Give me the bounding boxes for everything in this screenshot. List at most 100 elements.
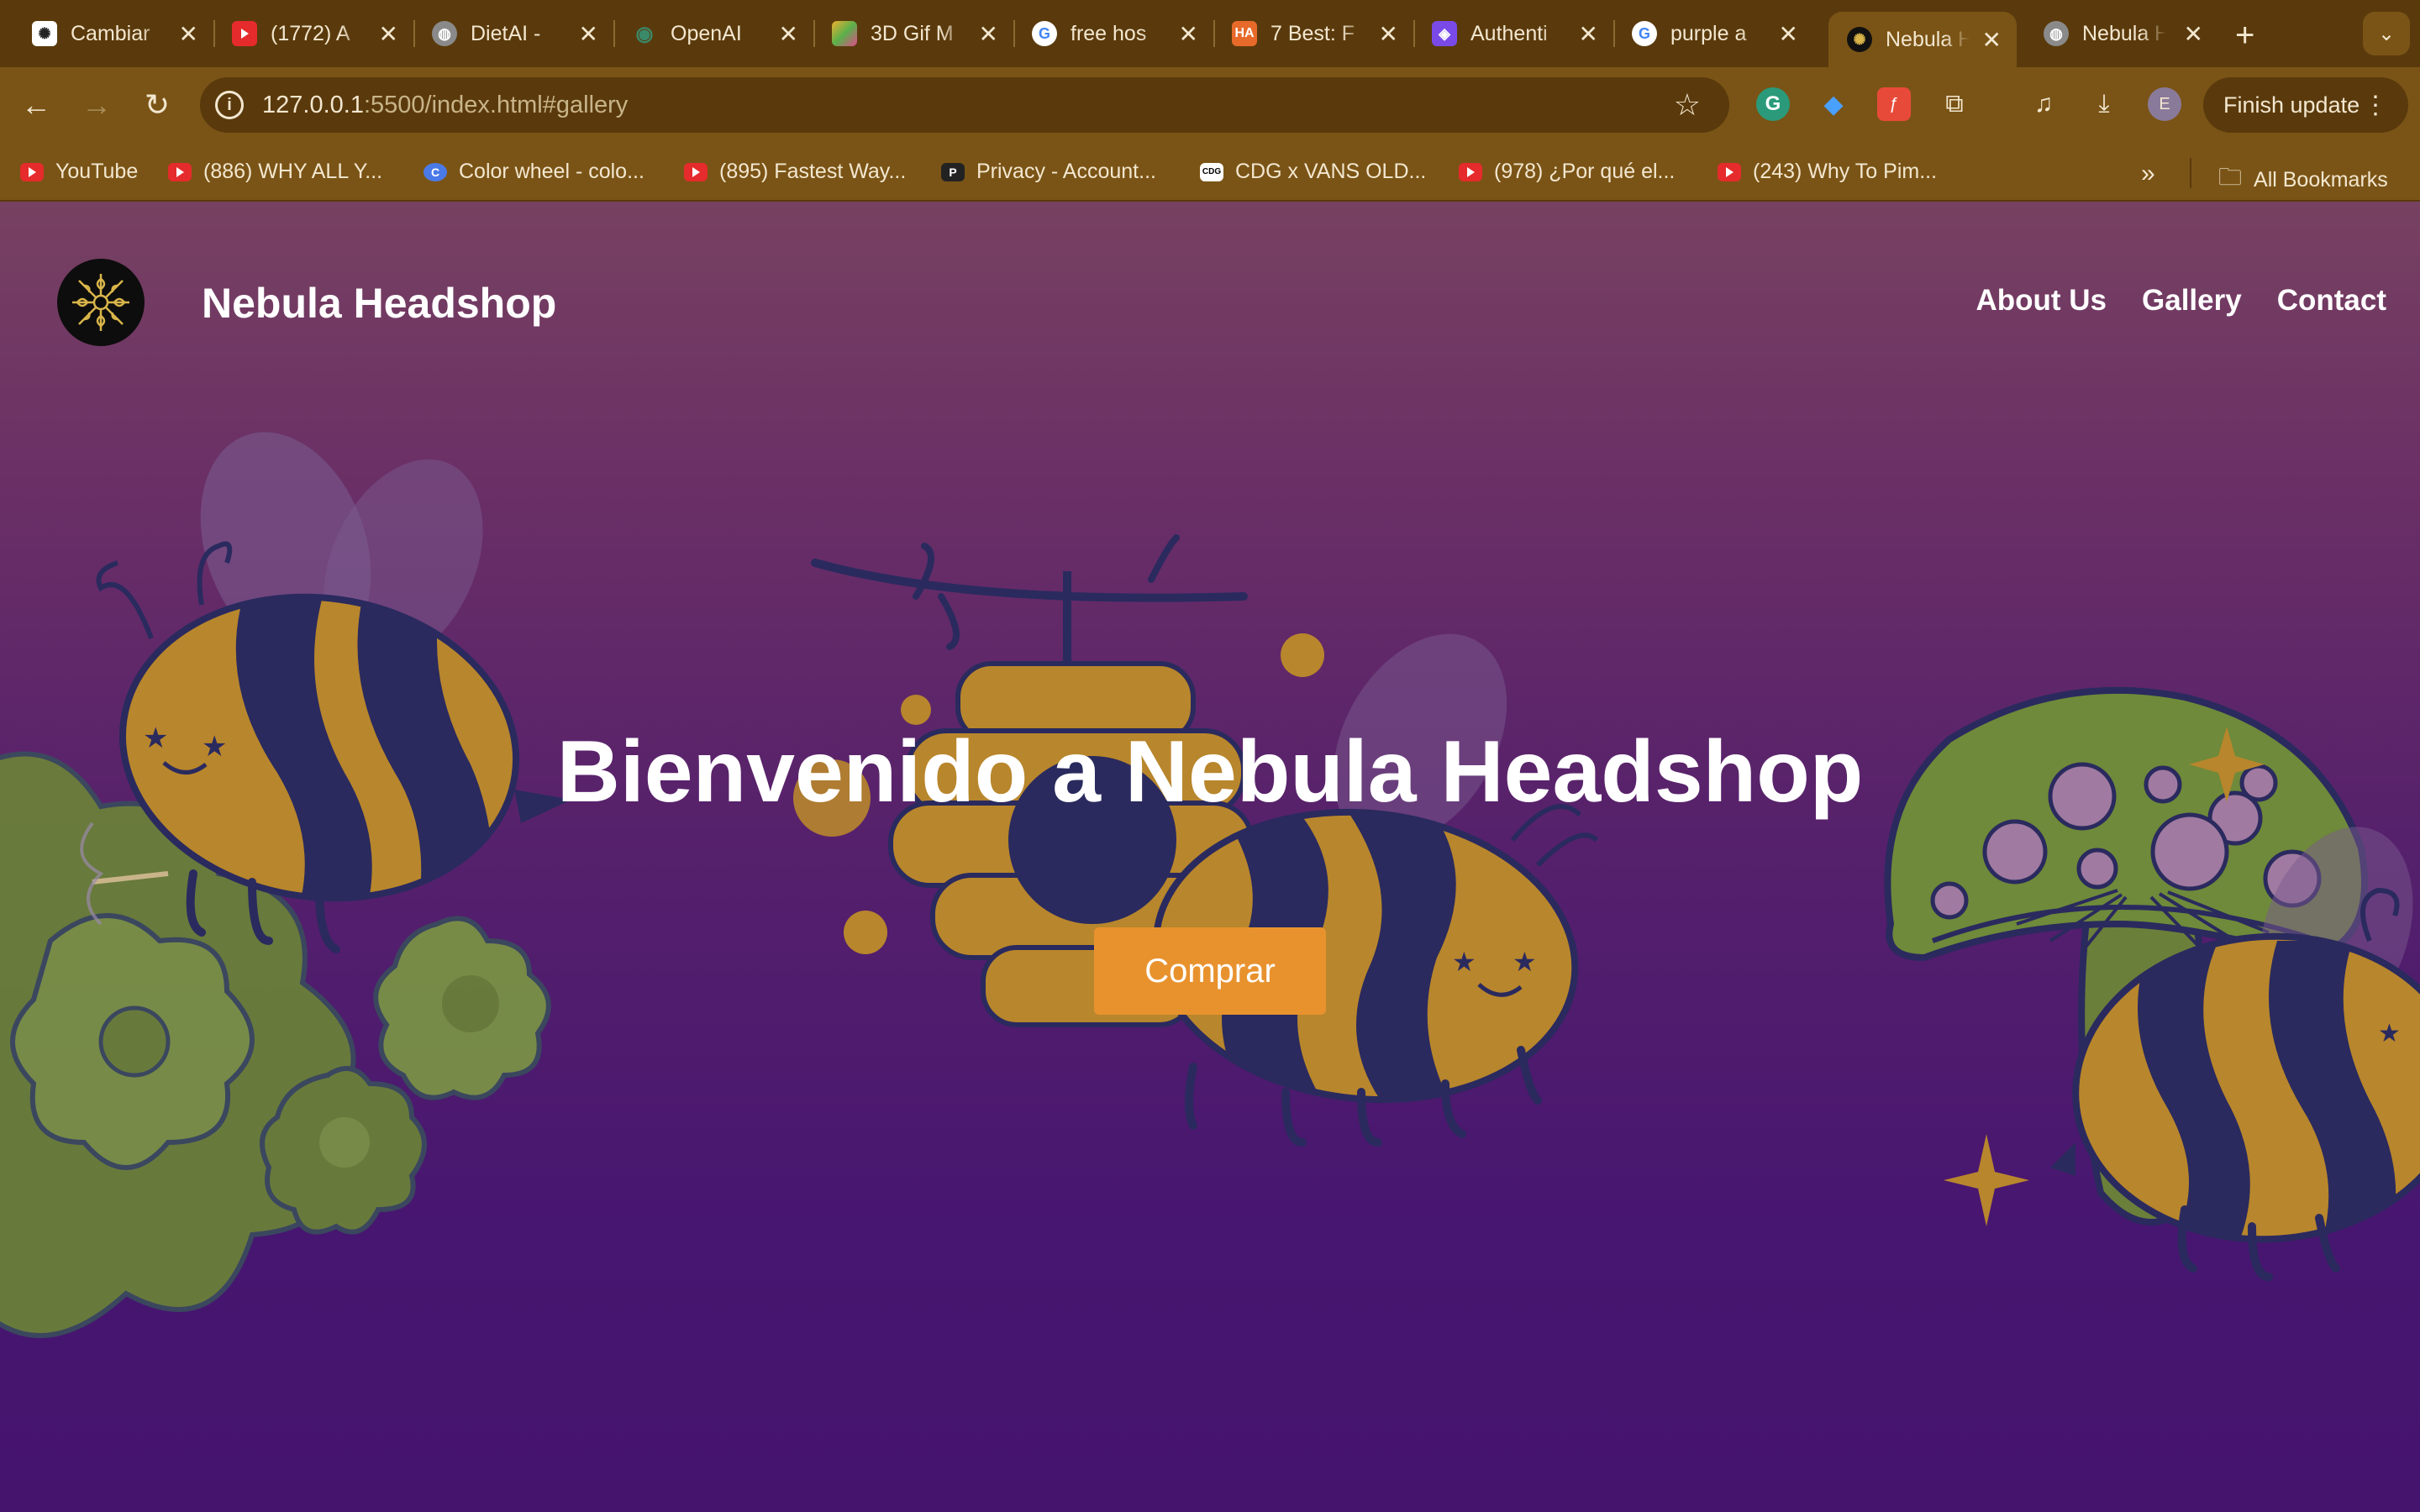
- browser-tab[interactable]: ◍ Nebula H ✕: [2025, 12, 2218, 55]
- site-nav: About Us Gallery Contact: [1975, 284, 2386, 318]
- tab-title: DietAI -: [471, 21, 541, 45]
- tab-title: free hos: [1071, 21, 1147, 45]
- bookmark-item[interactable]: (243) Why To Pim...: [1718, 160, 1937, 184]
- download-icon[interactable]: ⤓: [2087, 87, 2121, 121]
- close-icon[interactable]: ✕: [2184, 20, 2203, 48]
- close-icon[interactable]: ✕: [179, 20, 198, 48]
- bookmark-item[interactable]: (978) ¿Por qué el...: [1459, 160, 1675, 184]
- mandala-logo-icon: [72, 274, 129, 331]
- ha-icon: HA: [1232, 21, 1257, 46]
- media-control-icon[interactable]: ♫: [2027, 87, 2060, 121]
- close-icon[interactable]: ✕: [979, 20, 998, 48]
- youtube-icon: [232, 21, 257, 46]
- browser-tab[interactable]: G purple a ✕: [1613, 12, 1813, 55]
- finish-update-label: Finish update: [2223, 92, 2360, 118]
- youtube-icon: [1459, 162, 1482, 181]
- bookmark-star-icon[interactable]: ☆: [1674, 87, 1701, 123]
- youtube-icon: [1718, 162, 1741, 181]
- close-icon[interactable]: ✕: [779, 20, 798, 48]
- close-icon[interactable]: ✕: [1982, 26, 2002, 54]
- browser-tab[interactable]: ✺ Cambiar ✕: [13, 12, 215, 55]
- p-icon: P: [941, 162, 965, 181]
- tab-title: Authenti: [1470, 21, 1548, 45]
- url-text: 127.0.0.1:5500/index.html#gallery: [262, 91, 629, 118]
- web-page: ★ ★ ★ ★ ★ Nebula Headshop About Us Galle…: [0, 202, 2420, 1512]
- close-icon[interactable]: ✕: [1579, 20, 1598, 48]
- more-menu-icon[interactable]: ⋮: [2363, 91, 2388, 120]
- close-icon[interactable]: ✕: [579, 20, 598, 48]
- hero-title: Bienvenido a Nebula Headshop: [556, 723, 1864, 821]
- tab-search-icon[interactable]: ⌄: [2363, 12, 2410, 55]
- gif-maker-icon: [832, 21, 857, 46]
- tab-title: Nebula H: [1886, 27, 1970, 51]
- more-bookmarks-icon[interactable]: »: [2141, 160, 2155, 188]
- flash-extension-icon[interactable]: ƒ: [1877, 87, 1911, 121]
- openai-eye-icon: ◉: [635, 22, 654, 45]
- bookmarks-bar: YouTube (886) WHY ALL Y... C Color wheel …: [0, 143, 2420, 202]
- tab-title: 7 Best: F: [1270, 21, 1355, 45]
- nebula-logo-icon: ✺: [1847, 27, 1872, 52]
- back-icon[interactable]: ←: [17, 86, 55, 124]
- address-bar[interactable]: i 127.0.0.1:5500/index.html#gallery ☆: [200, 77, 1729, 133]
- extensions-icon[interactable]: ⧉: [1938, 87, 1971, 121]
- browser-tab[interactable]: (1772) A ✕: [213, 12, 415, 55]
- bookmark-item[interactable]: (895) Fastest Way...: [684, 160, 906, 184]
- bookmark-item[interactable]: CDG CDG x VANS OLD...: [1200, 160, 1426, 184]
- comprar-button[interactable]: Comprar: [1094, 927, 1326, 1015]
- globe-icon: ◍: [2044, 21, 2069, 46]
- tab-title: purple a: [1670, 21, 1747, 45]
- finish-update-button[interactable]: Finish update ⋮: [2203, 77, 2408, 133]
- browser-tab[interactable]: HA 7 Best: F ✕: [1213, 12, 1415, 55]
- close-icon[interactable]: ✕: [1179, 20, 1198, 48]
- gem-extension-icon[interactable]: ◆: [1817, 87, 1850, 121]
- tab-title: Cambiar: [71, 21, 150, 45]
- google-icon: G: [1632, 21, 1657, 46]
- bookmarks-divider: [2190, 158, 2191, 188]
- grammarly-icon[interactable]: G: [1756, 87, 1790, 121]
- browser-toolbar: ← → ↻ i 127.0.0.1:5500/index.html#galler…: [0, 67, 2420, 143]
- close-icon[interactable]: ✕: [1379, 20, 1398, 48]
- nav-link-about-us[interactable]: About Us: [1975, 284, 2107, 318]
- browser-tab[interactable]: G free hos ✕: [1013, 12, 1215, 55]
- bee-center: ★ ★: [1152, 633, 1599, 1147]
- bookmark-item[interactable]: P Privacy - Account...: [941, 160, 1156, 184]
- canva-icon: C: [424, 162, 447, 181]
- nav-link-gallery[interactable]: Gallery: [2142, 284, 2242, 318]
- openai-icon: ✺: [32, 21, 57, 46]
- browser-tab-active[interactable]: ✺ Nebula H ✕: [1828, 12, 2017, 67]
- reload-icon[interactable]: ↻: [138, 86, 176, 124]
- cdg-icon: CDG: [1200, 162, 1223, 181]
- bookmark-item[interactable]: (886) WHY ALL Y...: [168, 160, 382, 184]
- browser-tab[interactable]: ◍ DietAI - ✕: [413, 12, 615, 55]
- tab-title: 3D Gif M: [871, 21, 954, 45]
- svg-text:★: ★: [2378, 1019, 2401, 1048]
- browser-tab[interactable]: 3D Gif M ✕: [813, 12, 1015, 55]
- bookmark-item[interactable]: C Color wheel - colo...: [424, 160, 644, 184]
- browser-tab[interactable]: ◉ OpenAI ✕: [613, 12, 815, 55]
- site-logo[interactable]: [57, 259, 145, 346]
- site-info-icon[interactable]: i: [215, 91, 244, 119]
- bookmark-item[interactable]: YouTube: [20, 160, 138, 184]
- all-bookmarks-button[interactable]: 🗀 All Bookmarks: [2218, 160, 2388, 200]
- close-icon[interactable]: ✕: [1779, 20, 1798, 48]
- new-tab-icon[interactable]: +: [2235, 17, 2254, 55]
- globe-icon: ◍: [432, 21, 457, 46]
- browser-tab[interactable]: ◈ Authenti ✕: [1413, 12, 1615, 55]
- tab-title: (1772) A: [271, 21, 350, 45]
- youtube-icon: [684, 162, 708, 181]
- youtube-icon: [168, 162, 192, 181]
- tab-title: OpenAI: [671, 21, 742, 45]
- auth-icon: ◈: [1432, 21, 1457, 46]
- close-icon[interactable]: ✕: [379, 20, 398, 48]
- site-brand-title[interactable]: Nebula Headshop: [202, 279, 556, 328]
- nav-link-contact[interactable]: Contact: [2277, 284, 2386, 318]
- browser-chrome: ✺ Cambiar ✕ (1772) A ✕ ◍ DietAI - ✕ ◉ Op…: [0, 0, 2420, 202]
- svg-text:★: ★: [1512, 946, 1537, 978]
- site-header: Nebula Headshop About Us Gallery Contact: [0, 202, 2420, 403]
- folder-icon: 🗀: [2218, 164, 2243, 190]
- profile-avatar[interactable]: E: [2148, 87, 2181, 121]
- google-icon: G: [1032, 21, 1057, 46]
- forward-icon[interactable]: →: [77, 86, 116, 124]
- tab-title: Nebula H: [2082, 21, 2166, 45]
- youtube-icon: [20, 162, 44, 181]
